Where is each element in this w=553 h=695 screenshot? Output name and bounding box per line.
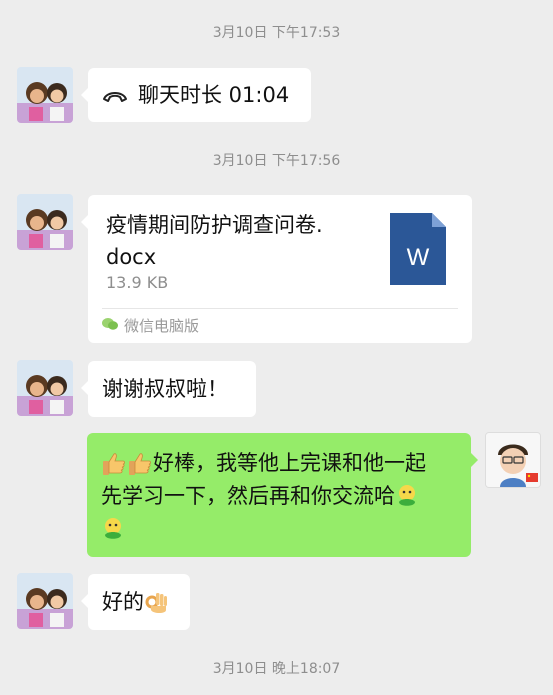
avatar-image xyxy=(17,573,73,629)
avatar-image xyxy=(17,194,73,250)
timestamp: 3月10日 下午17:56 xyxy=(212,153,341,169)
svg-text:W: W xyxy=(407,244,430,271)
file-size: 13.9 KB xyxy=(106,273,169,292)
thumbs-up-icon xyxy=(103,453,125,475)
avatar-image xyxy=(17,360,73,416)
peace-emoji-icon xyxy=(399,485,415,506)
message-text: 谢谢叔叔啦！ xyxy=(102,377,228,401)
phone-hangup-icon xyxy=(103,92,127,102)
file-name-line-1: 疫情期间防护调查问卷. xyxy=(106,213,323,237)
contact-avatar[interactable] xyxy=(17,573,73,629)
text-message-bubble[interactable]: 好的 xyxy=(81,574,190,630)
call-duration-text: 聊天时长 01:04 xyxy=(138,83,290,107)
thumbs-up-icon xyxy=(129,453,151,475)
self-message-bubble[interactable]: 好棒，我等他上完课和他一起 先学习一下，然后再和你交流哈 xyxy=(87,433,478,557)
avatar-image xyxy=(17,67,73,123)
peace-emoji-icon xyxy=(105,518,121,539)
reply-line-2: 先学习一下，然后再和你交流哈 xyxy=(101,484,395,508)
avatar-image xyxy=(486,433,540,487)
text-message-bubble[interactable]: 谢谢叔叔啦！ xyxy=(81,361,256,417)
contact-avatar[interactable] xyxy=(17,67,73,123)
timestamp: 3月10日 晚上18:07 xyxy=(212,661,341,677)
divider xyxy=(102,308,458,309)
contact-avatar[interactable] xyxy=(17,194,73,250)
wechat-logo-icon xyxy=(102,318,118,330)
contact-avatar[interactable] xyxy=(17,360,73,416)
self-avatar[interactable] xyxy=(485,432,541,488)
ok-text: 好的 xyxy=(102,590,144,614)
file-name-line-2: docx xyxy=(106,245,157,269)
reply-line-1: 好棒，我等他上完课和他一起 xyxy=(153,451,426,475)
file-name: 疫情期间防护调查问卷. docx xyxy=(106,209,368,273)
message-text: 好棒，我等他上完课和他一起 先学习一下，然后再和你交流哈 xyxy=(101,447,461,546)
message-text: 好的 xyxy=(102,586,168,618)
file-message-card[interactable]: 疫情期间防护调查问卷. docx 13.9 KB W 微信电脑版 xyxy=(81,195,472,343)
word-document-icon: W xyxy=(390,213,446,285)
call-record-bubble[interactable]: 聊天时长 01:04 xyxy=(81,68,311,122)
ok-hand-icon xyxy=(145,593,167,613)
timestamp: 3月10日 下午17:53 xyxy=(212,25,341,41)
file-source-label: 微信电脑版 xyxy=(124,317,200,335)
